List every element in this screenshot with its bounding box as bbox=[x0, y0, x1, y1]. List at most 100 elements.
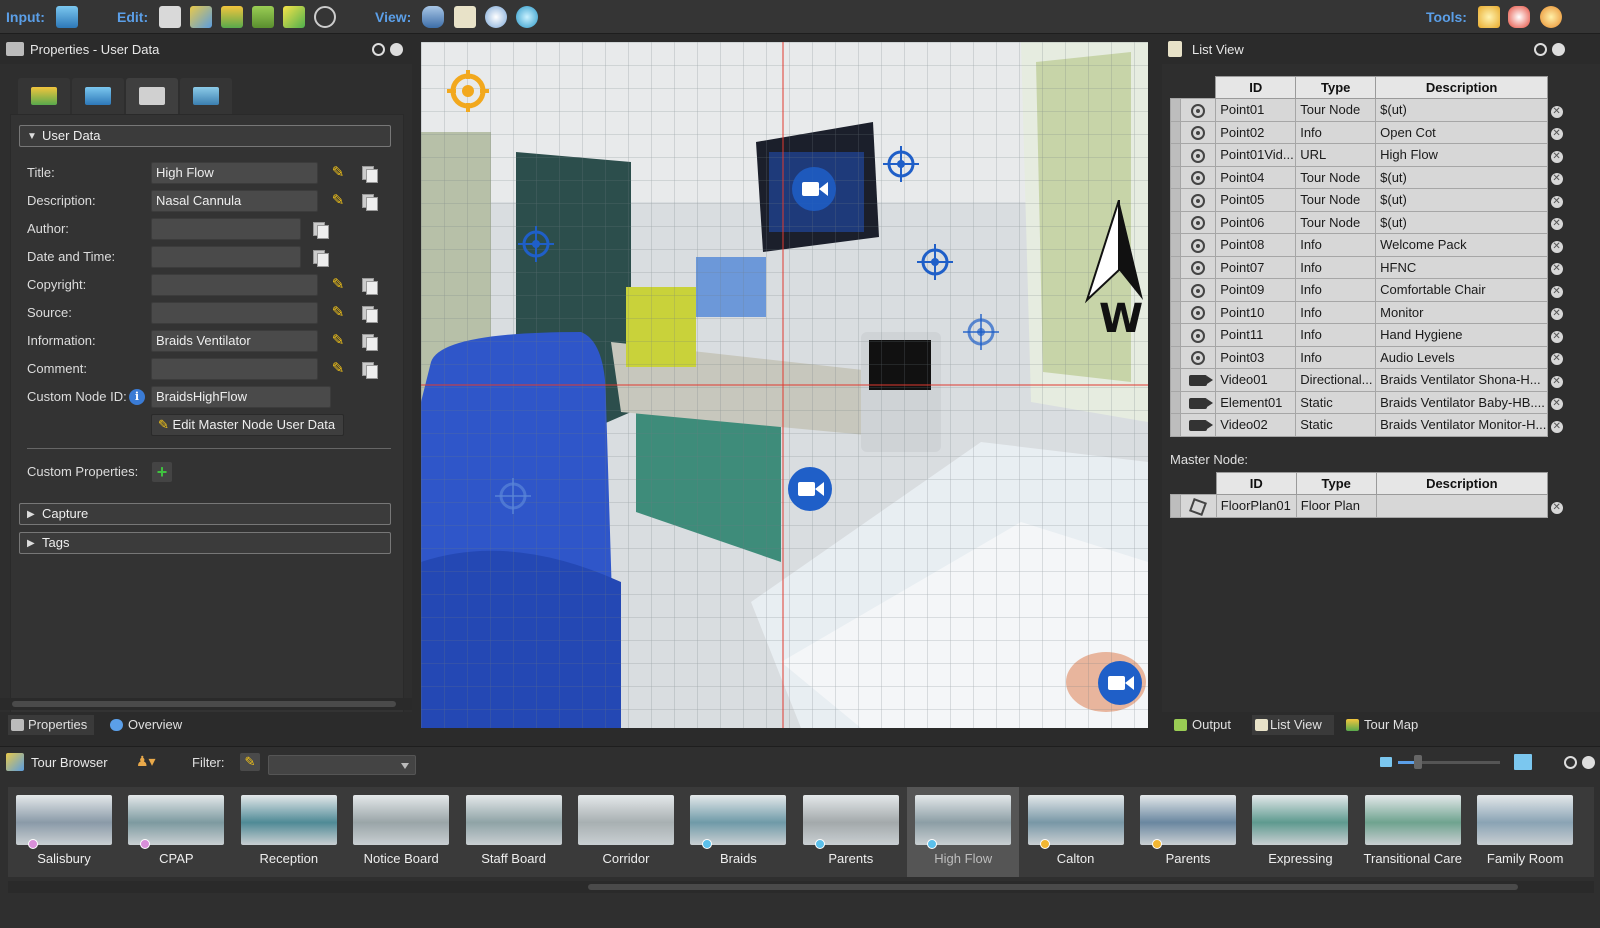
row-type-cell[interactable]: Directional... bbox=[1295, 368, 1377, 392]
table-row[interactable]: Point03 Info Audio Levels ✕ bbox=[1170, 345, 1566, 369]
tour-edit-icon[interactable] bbox=[190, 6, 212, 28]
close-icon[interactable] bbox=[1552, 43, 1565, 56]
add-property-icon[interactable]: + bbox=[152, 462, 172, 482]
row-id-cell[interactable]: Point07 bbox=[1215, 255, 1297, 279]
hotspot-crosshair-icon[interactable] bbox=[518, 226, 554, 262]
table-row[interactable]: FloorPlan01 Floor Plan ✕ bbox=[1170, 494, 1566, 518]
description-field[interactable]: Nasal Cannula bbox=[151, 190, 318, 212]
pencil-icon[interactable]: ✎ bbox=[329, 304, 347, 322]
row-id-cell[interactable]: Point08 bbox=[1215, 233, 1297, 257]
row-id-cell[interactable]: Point01 bbox=[1215, 98, 1297, 122]
column-header-type[interactable]: Type bbox=[1295, 76, 1377, 99]
hotspot-crosshair-icon[interactable] bbox=[963, 314, 999, 350]
tab-output[interactable]: Output bbox=[1174, 715, 1246, 735]
tour-node-thumbnail[interactable]: Reception bbox=[233, 787, 345, 877]
table-row[interactable]: Point01 Tour Node $(ut) ✕ bbox=[1170, 98, 1566, 122]
source-field[interactable] bbox=[151, 302, 318, 324]
table-row[interactable]: Element01 Static Braids Ventilator Baby-HB… bbox=[1170, 390, 1566, 414]
panorama-input-icon[interactable] bbox=[56, 6, 78, 28]
row-drag-handle[interactable] bbox=[1170, 368, 1181, 392]
tab-tour-map[interactable]: Tour Map bbox=[1346, 715, 1430, 735]
weather-icon[interactable] bbox=[1540, 6, 1562, 28]
column-header-type[interactable]: Type bbox=[1295, 472, 1377, 495]
info-icon[interactable]: i bbox=[129, 389, 145, 405]
tour-node-thumbnail[interactable]: Calton bbox=[1020, 787, 1132, 877]
hotspot-crosshair-icon[interactable] bbox=[917, 244, 953, 280]
row-drag-handle[interactable] bbox=[1170, 120, 1181, 144]
date-time-field[interactable] bbox=[151, 246, 301, 268]
information-field[interactable]: Braids Ventilator bbox=[151, 330, 318, 352]
row-id-cell[interactable]: Point09 bbox=[1215, 278, 1297, 302]
undock-icon[interactable] bbox=[1534, 43, 1547, 56]
row-description-cell[interactable]: Welcome Pack bbox=[1375, 233, 1549, 257]
row-description-cell[interactable]: Braids Ventilator Monitor-H... bbox=[1375, 413, 1549, 437]
table-row[interactable]: Point04 Tour Node $(ut) ✕ bbox=[1170, 165, 1566, 189]
table-row[interactable]: Point09 Info Comfortable Chair ✕ bbox=[1170, 278, 1566, 302]
row-type-cell[interactable]: Tour Node bbox=[1295, 98, 1377, 122]
tab-user-data[interactable] bbox=[126, 78, 178, 114]
table-row[interactable]: Point10 Info Monitor ✕ bbox=[1170, 300, 1566, 324]
row-type-cell[interactable]: Floor Plan bbox=[1295, 494, 1377, 518]
tour-node-thumbnail[interactable]: Expressing bbox=[1244, 787, 1356, 877]
row-drag-handle[interactable] bbox=[1170, 188, 1181, 212]
pencil-icon[interactable]: ✎ bbox=[329, 164, 347, 182]
copy-icon[interactable] bbox=[311, 220, 329, 239]
map-icon[interactable] bbox=[283, 6, 305, 28]
tab-properties[interactable]: Properties bbox=[8, 715, 94, 735]
undock-icon[interactable] bbox=[372, 43, 385, 56]
pencil-icon[interactable]: ✎ bbox=[329, 276, 347, 294]
globe-icon[interactable] bbox=[485, 6, 507, 28]
copy-icon[interactable] bbox=[360, 304, 378, 323]
row-drag-handle[interactable] bbox=[1170, 278, 1181, 302]
table-row[interactable]: Point02 Info Open Cot ✕ bbox=[1170, 120, 1566, 144]
table-row[interactable]: Video02 Static Braids Ventilator Monitor-H… bbox=[1170, 413, 1566, 437]
tour-node-thumbnail[interactable]: Parents bbox=[795, 787, 907, 877]
row-id-cell[interactable]: Point03 bbox=[1215, 345, 1297, 369]
clipboard-icon[interactable] bbox=[454, 6, 476, 28]
video-hotspot-icon[interactable] bbox=[791, 166, 837, 212]
row-id-cell[interactable]: Video01 bbox=[1215, 368, 1297, 392]
row-description-cell[interactable]: $(ut) bbox=[1375, 188, 1549, 212]
copy-icon[interactable] bbox=[360, 332, 378, 351]
hotspot-crosshair-icon[interactable] bbox=[495, 478, 531, 514]
remove-icon[interactable]: ✕ bbox=[1550, 375, 1563, 388]
row-type-cell[interactable]: Static bbox=[1295, 413, 1377, 437]
filter-tag-icon[interactable]: ✎ bbox=[240, 753, 260, 771]
row-type-cell[interactable]: Info bbox=[1295, 255, 1377, 279]
globe-wheel-icon[interactable] bbox=[314, 6, 336, 28]
row-type-cell[interactable]: Tour Node bbox=[1295, 165, 1377, 189]
row-drag-handle[interactable] bbox=[1170, 323, 1181, 347]
row-type-cell[interactable]: URL bbox=[1295, 143, 1377, 167]
tour-node-thumbnail[interactable]: Transitional Care bbox=[1357, 787, 1469, 877]
properties-scrollbar[interactable] bbox=[0, 698, 412, 710]
filter-select[interactable] bbox=[268, 755, 416, 775]
remove-icon[interactable]: ✕ bbox=[1550, 330, 1563, 343]
user-data-section-header[interactable]: ▼ User Data bbox=[19, 125, 391, 147]
table-row[interactable]: Video01 Directional... Braids Ventilator S… bbox=[1170, 368, 1566, 392]
remove-icon[interactable]: ✕ bbox=[1550, 353, 1563, 366]
pencil-icon[interactable]: ✎ bbox=[329, 332, 347, 350]
row-drag-handle[interactable] bbox=[1170, 255, 1181, 279]
hotspot-crosshair-icon[interactable] bbox=[883, 146, 919, 182]
row-drag-handle[interactable] bbox=[1170, 390, 1181, 414]
tour-node-thumbnail[interactable]: CPAP bbox=[120, 787, 232, 877]
tour-node-thumbnail[interactable]: Corridor bbox=[570, 787, 682, 877]
column-header-description[interactable]: Description bbox=[1375, 472, 1549, 495]
row-id-cell[interactable]: Point05 bbox=[1215, 188, 1297, 212]
copy-icon[interactable] bbox=[311, 248, 329, 267]
row-id-cell[interactable]: Point06 bbox=[1215, 210, 1297, 234]
scrollbar-thumb[interactable] bbox=[12, 701, 396, 707]
video-hotspot-icon[interactable] bbox=[787, 466, 833, 512]
row-description-cell[interactable]: Braids Ventilator Shona-H... bbox=[1375, 368, 1549, 392]
row-id-cell[interactable]: Point01Vid... bbox=[1215, 143, 1297, 167]
eye-icon[interactable] bbox=[516, 6, 538, 28]
table-row[interactable]: Point05 Tour Node $(ut) ✕ bbox=[1170, 188, 1566, 212]
row-description-cell[interactable] bbox=[1375, 494, 1549, 518]
remove-icon[interactable]: ✕ bbox=[1550, 285, 1563, 298]
cloud-upload-icon[interactable] bbox=[1508, 6, 1530, 28]
row-type-cell[interactable]: Info bbox=[1295, 278, 1377, 302]
row-drag-handle[interactable] bbox=[1170, 345, 1181, 369]
row-description-cell[interactable]: Open Cot bbox=[1375, 120, 1549, 144]
tab-overview[interactable]: Overview bbox=[110, 715, 192, 735]
remove-icon[interactable]: ✕ bbox=[1550, 501, 1563, 514]
